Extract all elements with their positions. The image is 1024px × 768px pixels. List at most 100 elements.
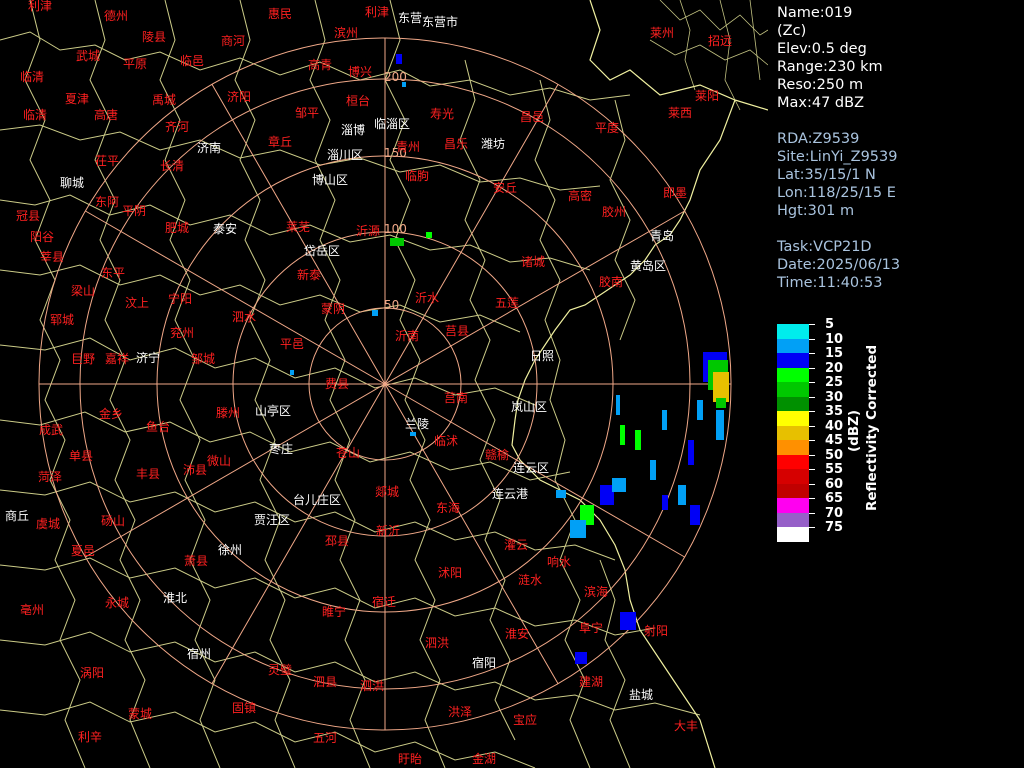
- place-label: 亳州: [20, 602, 44, 617]
- place-label: 岱岳区: [304, 244, 340, 258]
- place-label: 平邑: [280, 337, 304, 351]
- place-label: 长清: [160, 159, 184, 173]
- place-label: 商丘: [5, 508, 29, 523]
- place-label: 利津: [365, 5, 389, 19]
- legend-swatch: [777, 338, 809, 353]
- product-info: Name:019 (Zc) Elev:0.5 deg Range:230 km …: [777, 4, 883, 112]
- place-label: 嘉祥: [105, 352, 129, 366]
- legend-swatch: [777, 353, 809, 368]
- echo-cell: [690, 505, 700, 525]
- echo-cell: [620, 425, 625, 445]
- place-label: 宝应: [513, 712, 537, 727]
- place-label: 莒南: [444, 390, 468, 405]
- echo-cell: [600, 485, 614, 505]
- echo-cell: [570, 520, 586, 538]
- legend-tick: [809, 440, 815, 441]
- product-code: (Zc): [777, 23, 807, 39]
- legend-tick: [809, 411, 815, 412]
- place-label: 阳谷: [30, 230, 54, 244]
- legend-swatch: [777, 512, 809, 527]
- place-label: 惠民: [268, 7, 292, 21]
- legend-level: 60: [825, 476, 844, 492]
- place-label: 单县: [69, 449, 93, 463]
- place-label: 泗洪: [425, 636, 449, 650]
- place-label: 临淄区: [374, 117, 410, 131]
- place-label: 沂水: [415, 291, 439, 305]
- place-label: 蒙城: [128, 707, 152, 721]
- place-label: 梁山: [71, 283, 95, 298]
- place-label: 莘县: [40, 250, 64, 264]
- place-label: 大丰: [674, 719, 698, 733]
- place-label: 泰安: [213, 221, 237, 236]
- place-label: 沂源: [356, 224, 380, 238]
- echo-cell: [662, 410, 667, 430]
- place-label: 郓城: [50, 313, 74, 327]
- legend-swatch: [777, 425, 809, 440]
- place-label: 济宁: [136, 350, 160, 365]
- place-label: 青州: [396, 140, 420, 154]
- echo-cell: [697, 400, 703, 420]
- site-name: Site:LinYi_Z9539: [777, 149, 898, 165]
- place-label: 兖州: [170, 325, 194, 340]
- legend-tick: [809, 469, 815, 470]
- place-label: 章丘: [268, 134, 292, 149]
- place-label: 盐城: [629, 688, 653, 702]
- echo-cell: [716, 398, 726, 408]
- legend-title: Reflectivity Corrected (dBZ): [846, 345, 880, 516]
- echo-cell: [410, 432, 416, 436]
- place-label: 禹城: [152, 93, 176, 107]
- echo-cell: [650, 460, 656, 480]
- legend-tick: [809, 324, 815, 325]
- place-label: 泗县: [313, 675, 337, 689]
- place-label: 贾汪区: [254, 513, 290, 527]
- echo-cell: [620, 612, 636, 630]
- echo-cell: [372, 310, 378, 316]
- place-label: 连云港: [492, 486, 528, 501]
- info-panel: Name:019 (Zc) Elev:0.5 deg Range:230 km …: [768, 0, 1024, 768]
- legend-swatch: [777, 483, 809, 498]
- place-label: 夏邑: [71, 544, 95, 558]
- place-label: 莱州: [650, 26, 674, 40]
- place-label: 利津: [28, 0, 52, 13]
- place-label: 泗水: [232, 310, 256, 324]
- place-label: 萧县: [184, 554, 208, 568]
- place-label: 济阳: [227, 89, 251, 104]
- legend-level: 70: [825, 505, 844, 521]
- place-label: 建湖: [579, 674, 603, 689]
- place-label: 沂南: [395, 328, 419, 343]
- place-label: 山亭区: [255, 403, 291, 418]
- legend-swatch: [777, 411, 809, 426]
- radar-map[interactable]: 50 100 150 200 德州陵县 商河惠民 利津滨州武城平原 临邑 高青 …: [0, 0, 768, 768]
- place-label: 连云区: [513, 460, 549, 475]
- echo-cell: [662, 495, 668, 510]
- range-label-100: 100: [384, 222, 407, 236]
- place-label: 昌乐: [444, 137, 468, 151]
- place-label: 即墨: [663, 186, 687, 200]
- place-label: 临清: [23, 108, 47, 122]
- place-label: 冠县: [16, 209, 40, 223]
- place-label: 邹城: [191, 352, 215, 366]
- place-label: 商河: [221, 33, 245, 48]
- legend-tick: [809, 454, 815, 456]
- place-label: 响水: [547, 554, 571, 569]
- legend-title-text: Reflectivity Corrected: [864, 344, 880, 511]
- place-label: 金乡: [99, 406, 123, 421]
- place-label: 高唐: [94, 107, 118, 122]
- latitude: Lat:35/15/1 N: [777, 167, 876, 183]
- place-label: 鱼台: [146, 419, 170, 434]
- place-label: 固镇: [232, 701, 256, 715]
- place-label: 成武: [39, 423, 63, 437]
- legend-swatch: [777, 396, 809, 411]
- place-label: 台儿庄区: [293, 492, 341, 507]
- place-label: 莱西: [668, 106, 692, 120]
- legend-swatch: [777, 527, 809, 542]
- resolution: Reso:250 m: [777, 77, 864, 93]
- place-label: 滨州: [334, 25, 358, 40]
- place-label: 临沭: [434, 434, 458, 448]
- place-label: 齐河: [165, 119, 189, 134]
- legend-tick: [809, 512, 815, 514]
- place-label: 赣榆: [485, 447, 509, 462]
- legend-unit: (dBZ): [846, 409, 862, 452]
- place-label: 淮安: [505, 626, 529, 641]
- legend-swatch: [777, 382, 809, 397]
